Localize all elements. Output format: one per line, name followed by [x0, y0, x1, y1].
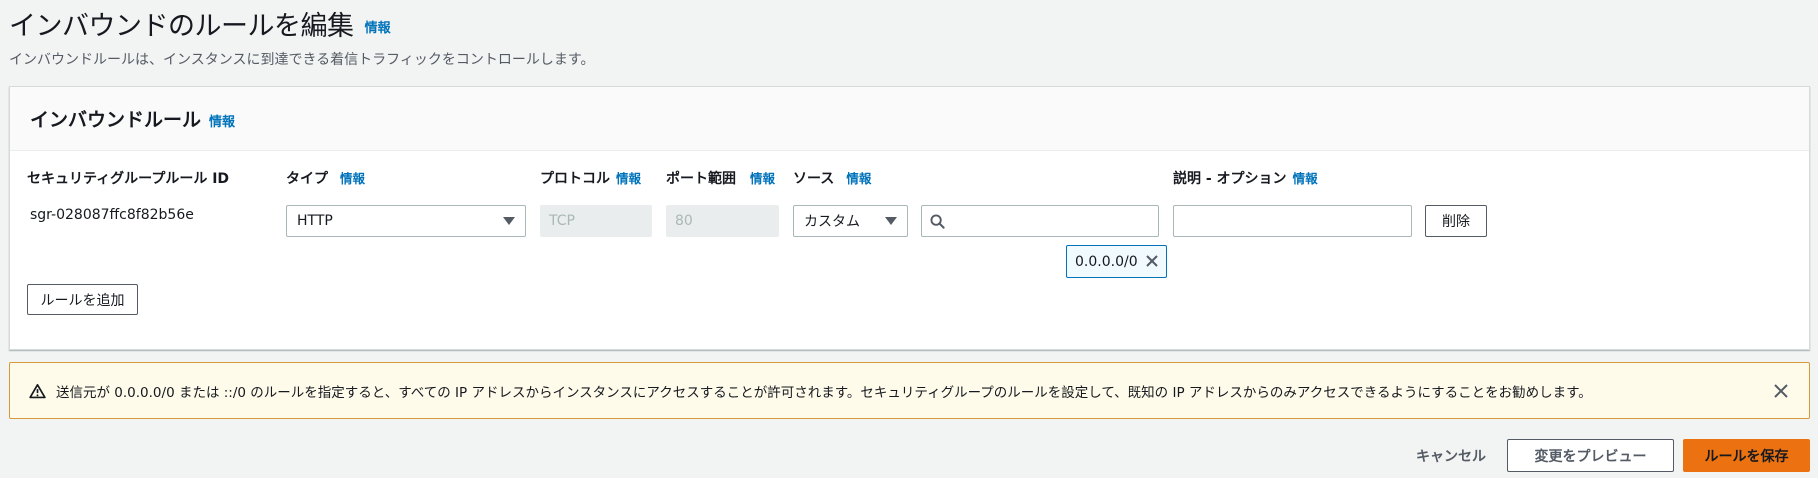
source-info-link[interactable]: 情報: [846, 171, 871, 186]
column-label-text: タイプ: [286, 171, 328, 187]
source-cidr-value: 0.0.0.0/0: [1075, 253, 1138, 270]
warning-text: 送信元が 0.0.0.0/0 または ::/0 のルールを指定すると、すべての …: [56, 384, 1592, 401]
chevron-down-icon: [885, 217, 897, 225]
warning-alert: 送信元が 0.0.0.0/0 または ::/0 のルールを指定すると、すべての …: [9, 362, 1810, 419]
description-info-link[interactable]: 情報: [1293, 171, 1318, 186]
panel-info-link[interactable]: 情報: [209, 111, 235, 130]
search-icon: [930, 214, 945, 233]
page-title: インバウンドのルールを編集: [9, 11, 354, 42]
chevron-down-icon: [503, 217, 515, 225]
rule-id: sgr-028087ffc8f82b56e: [30, 207, 194, 223]
delete-rule-button[interactable]: 削除: [1425, 205, 1487, 237]
port-range-info-link[interactable]: 情報: [750, 171, 775, 186]
warning-icon: [29, 383, 46, 399]
column-label-text: セキュリティグループルール ID: [27, 171, 230, 187]
column-label-port-range: ポート範囲 情報: [666, 168, 775, 188]
inbound-rules-panel: インバウンドルール 情報 セキュリティグループルール ID タイプ 情報 プロトコ…: [9, 86, 1810, 350]
page-description: インバウンドルールは、インスタンスに到達できる着信トラフィックをコントロールしま…: [9, 52, 595, 68]
protocol-info-link[interactable]: 情報: [616, 171, 641, 186]
column-label-text: ソース: [793, 171, 835, 187]
port-range-value: 80: [675, 213, 693, 229]
close-icon[interactable]: [1145, 254, 1159, 272]
protocol-value: TCP: [549, 213, 575, 229]
column-label-type: タイプ 情報: [286, 168, 365, 188]
add-rule-button[interactable]: ルールを追加: [27, 284, 138, 315]
column-label-source: ソース 情報: [793, 168, 871, 188]
close-icon[interactable]: [1773, 383, 1789, 403]
preview-changes-button[interactable]: 変更をプレビュー: [1507, 439, 1674, 472]
source-cidr-token: 0.0.0.0/0: [1066, 245, 1167, 278]
panel-header: インバウンドルール 情報: [10, 87, 1809, 151]
port-range-field: 80: [666, 205, 779, 237]
column-label-protocol: プロトコル 情報: [540, 168, 641, 188]
page-title-info-link[interactable]: 情報: [365, 17, 391, 36]
page-header: インバウンドのルールを編集 情報 インバウンドルールは、インスタンスに到達できる…: [9, 4, 594, 69]
source-type-value: カスタム: [804, 214, 860, 230]
column-label-text: プロトコル: [540, 171, 610, 187]
description-input[interactable]: [1173, 205, 1412, 237]
column-label-text: ポート範囲: [666, 171, 736, 187]
cancel-button[interactable]: キャンセル: [1404, 439, 1498, 472]
column-label-rule-id: セキュリティグループルール ID: [27, 168, 229, 188]
save-rules-button[interactable]: ルールを保存: [1683, 439, 1810, 472]
protocol-field: TCP: [540, 205, 652, 237]
column-label-description: 説明 - オプション 情報: [1173, 168, 1318, 188]
source-search-input[interactable]: [921, 205, 1159, 237]
type-select-value: HTTP: [297, 213, 333, 229]
source-type-select[interactable]: カスタム: [793, 205, 908, 237]
type-info-link[interactable]: 情報: [340, 171, 365, 186]
panel-title: インバウンドルール: [30, 109, 202, 131]
type-select[interactable]: HTTP: [286, 205, 526, 237]
column-label-text: 説明 - オプション: [1173, 171, 1287, 187]
